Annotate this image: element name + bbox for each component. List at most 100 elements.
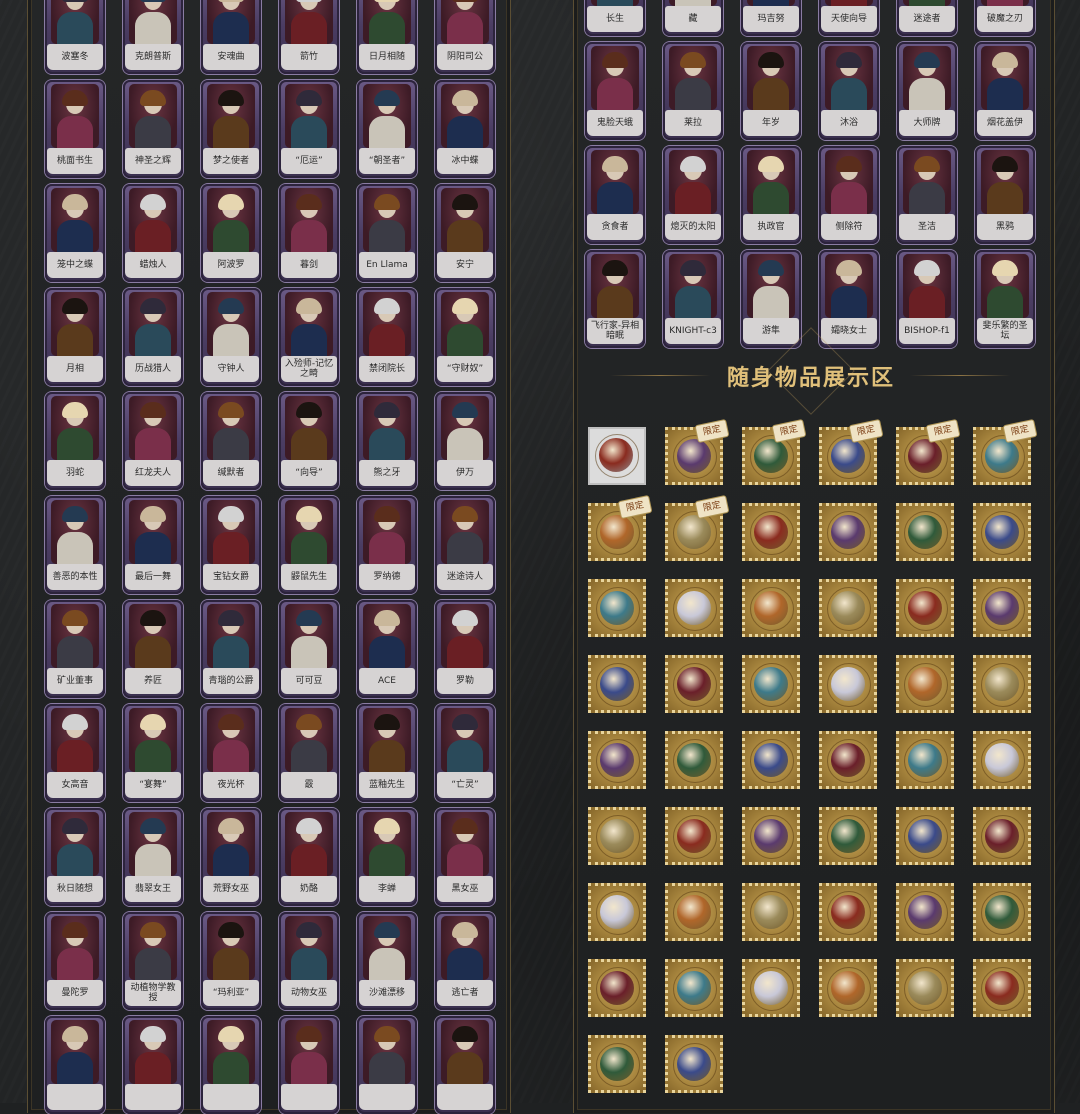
costume-card[interactable] bbox=[357, 1016, 417, 1114]
accessory-item[interactable] bbox=[896, 807, 954, 865]
costume-card[interactable]: 伊万 bbox=[435, 392, 495, 490]
costume-card[interactable]: 藏 bbox=[663, 0, 723, 36]
costume-card[interactable]: 烟花盖伊 bbox=[975, 42, 1035, 140]
costume-card[interactable] bbox=[123, 1016, 183, 1114]
accessory-item[interactable] bbox=[588, 1035, 646, 1093]
accessory-item[interactable]: 限定 bbox=[896, 418, 961, 485]
costume-card[interactable]: 笼中之蝶 bbox=[45, 184, 105, 282]
costume-card[interactable]: 黑女巫 bbox=[435, 808, 495, 906]
costume-card[interactable]: 可可豆 bbox=[279, 600, 339, 698]
costume-card[interactable]: BISHOP-f1 bbox=[897, 250, 957, 348]
costume-card[interactable]: “亡灵” bbox=[435, 704, 495, 802]
costume-card[interactable] bbox=[435, 1016, 495, 1114]
accessory-item[interactable] bbox=[819, 655, 877, 713]
costume-card[interactable]: 最后一舞 bbox=[123, 496, 183, 594]
costume-card[interactable]: 动植物学教授 bbox=[123, 912, 183, 1010]
accessory-item[interactable] bbox=[742, 807, 800, 865]
costume-card[interactable]: 执政官 bbox=[741, 146, 801, 244]
accessory-item[interactable] bbox=[819, 731, 877, 789]
accessory-item[interactable] bbox=[665, 883, 723, 941]
costume-card[interactable]: 玛吉努 bbox=[741, 0, 801, 36]
costume-card[interactable] bbox=[45, 1016, 105, 1114]
accessory-item[interactable]: 限定 bbox=[819, 418, 884, 485]
costume-card[interactable]: 天使向导 bbox=[819, 0, 879, 36]
costume-card[interactable]: 霰 bbox=[279, 704, 339, 802]
accessory-item[interactable]: 限定 bbox=[973, 418, 1038, 485]
accessory-item[interactable] bbox=[896, 503, 954, 561]
costume-card[interactable]: 贪食者 bbox=[585, 146, 645, 244]
accessory-item[interactable] bbox=[665, 959, 723, 1017]
accessory-item[interactable]: 限定 bbox=[588, 494, 653, 561]
costume-card[interactable]: 安宁 bbox=[435, 184, 495, 282]
accessory-item[interactable] bbox=[665, 579, 723, 637]
accessory-item[interactable] bbox=[973, 883, 1031, 941]
costume-card[interactable] bbox=[279, 1016, 339, 1114]
costume-card[interactable]: 莱拉 bbox=[663, 42, 723, 140]
costume-card[interactable]: 入殓师-记忆之畸 bbox=[279, 288, 339, 386]
accessory-item[interactable] bbox=[896, 959, 954, 1017]
costume-card[interactable]: 逃亡者 bbox=[435, 912, 495, 1010]
accessory-item[interactable] bbox=[819, 579, 877, 637]
costume-card[interactable] bbox=[201, 1016, 261, 1114]
accessory-item[interactable] bbox=[973, 579, 1031, 637]
costume-card[interactable]: 破魔之刃 bbox=[975, 0, 1035, 36]
costume-card[interactable]: 沐浴 bbox=[819, 42, 879, 140]
accessory-item[interactable] bbox=[896, 731, 954, 789]
costume-card[interactable]: 侧除符 bbox=[819, 146, 879, 244]
costume-card[interactable]: 矿业董事 bbox=[45, 600, 105, 698]
accessory-item[interactable] bbox=[819, 503, 877, 561]
accessory-item[interactable] bbox=[742, 579, 800, 637]
costume-card[interactable]: 宝钻女爵 bbox=[201, 496, 261, 594]
costume-card[interactable]: 迷途诗人 bbox=[435, 496, 495, 594]
accessory-item[interactable] bbox=[973, 503, 1031, 561]
accessory-item[interactable] bbox=[896, 655, 954, 713]
costume-card[interactable]: 克朗普斯 bbox=[123, 0, 183, 74]
accessory-item[interactable] bbox=[742, 959, 800, 1017]
costume-card[interactable]: “向导” bbox=[279, 392, 339, 490]
accessory-item[interactable] bbox=[665, 1035, 723, 1093]
costume-card[interactable]: 游隼 bbox=[741, 250, 801, 348]
costume-card[interactable]: 夜光杯 bbox=[201, 704, 261, 802]
costume-card[interactable]: 大师牌 bbox=[897, 42, 957, 140]
costume-card[interactable]: 飞行家-异相暗眠 bbox=[585, 250, 645, 348]
costume-card[interactable]: 奶酪 bbox=[279, 808, 339, 906]
costume-card[interactable]: 蓝釉先生 bbox=[357, 704, 417, 802]
costume-card[interactable]: 月相 bbox=[45, 288, 105, 386]
costume-card[interactable]: 沙滩漂移 bbox=[357, 912, 417, 1010]
costume-card[interactable]: 箭竹 bbox=[279, 0, 339, 74]
costume-card[interactable]: 养匠 bbox=[123, 600, 183, 698]
costume-card[interactable]: 孀晓女士 bbox=[819, 250, 879, 348]
accessory-item[interactable] bbox=[665, 731, 723, 789]
accessory-item[interactable] bbox=[588, 655, 646, 713]
costume-card[interactable]: 阿波罗 bbox=[201, 184, 261, 282]
costume-card[interactable]: 历战猎人 bbox=[123, 288, 183, 386]
costume-card[interactable]: ACE bbox=[357, 600, 417, 698]
costume-card[interactable]: 守钟人 bbox=[201, 288, 261, 386]
costume-card[interactable]: 罗勒 bbox=[435, 600, 495, 698]
accessory-item[interactable] bbox=[588, 427, 646, 485]
costume-card[interactable]: 暮剑 bbox=[279, 184, 339, 282]
accessory-item[interactable] bbox=[588, 807, 646, 865]
costume-card[interactable]: 动物女巫 bbox=[279, 912, 339, 1010]
costume-card[interactable]: 罗纳德 bbox=[357, 496, 417, 594]
accessory-item[interactable]: 限定 bbox=[665, 494, 730, 561]
costume-card[interactable]: 年岁 bbox=[741, 42, 801, 140]
accessory-item[interactable] bbox=[819, 883, 877, 941]
accessory-item[interactable] bbox=[819, 807, 877, 865]
accessory-item[interactable] bbox=[973, 807, 1031, 865]
costume-card[interactable]: 曼陀罗 bbox=[45, 912, 105, 1010]
costume-card[interactable]: 熊之牙 bbox=[357, 392, 417, 490]
accessory-item[interactable]: 限定 bbox=[665, 418, 730, 485]
costume-card[interactable]: “厄运” bbox=[279, 80, 339, 178]
costume-card[interactable]: 秋日随想 bbox=[45, 808, 105, 906]
costume-card[interactable]: 翡翠女王 bbox=[123, 808, 183, 906]
costume-card[interactable]: 冰中蝶 bbox=[435, 80, 495, 178]
costume-card[interactable]: 长生 bbox=[585, 0, 645, 36]
accessory-item[interactable] bbox=[588, 883, 646, 941]
accessory-item[interactable]: 限定 bbox=[742, 418, 807, 485]
accessory-item[interactable] bbox=[665, 807, 723, 865]
costume-card[interactable]: 荒野女巫 bbox=[201, 808, 261, 906]
costume-card[interactable]: 羽蛇 bbox=[45, 392, 105, 490]
accessory-item[interactable] bbox=[742, 731, 800, 789]
costume-card[interactable]: 缄默者 bbox=[201, 392, 261, 490]
